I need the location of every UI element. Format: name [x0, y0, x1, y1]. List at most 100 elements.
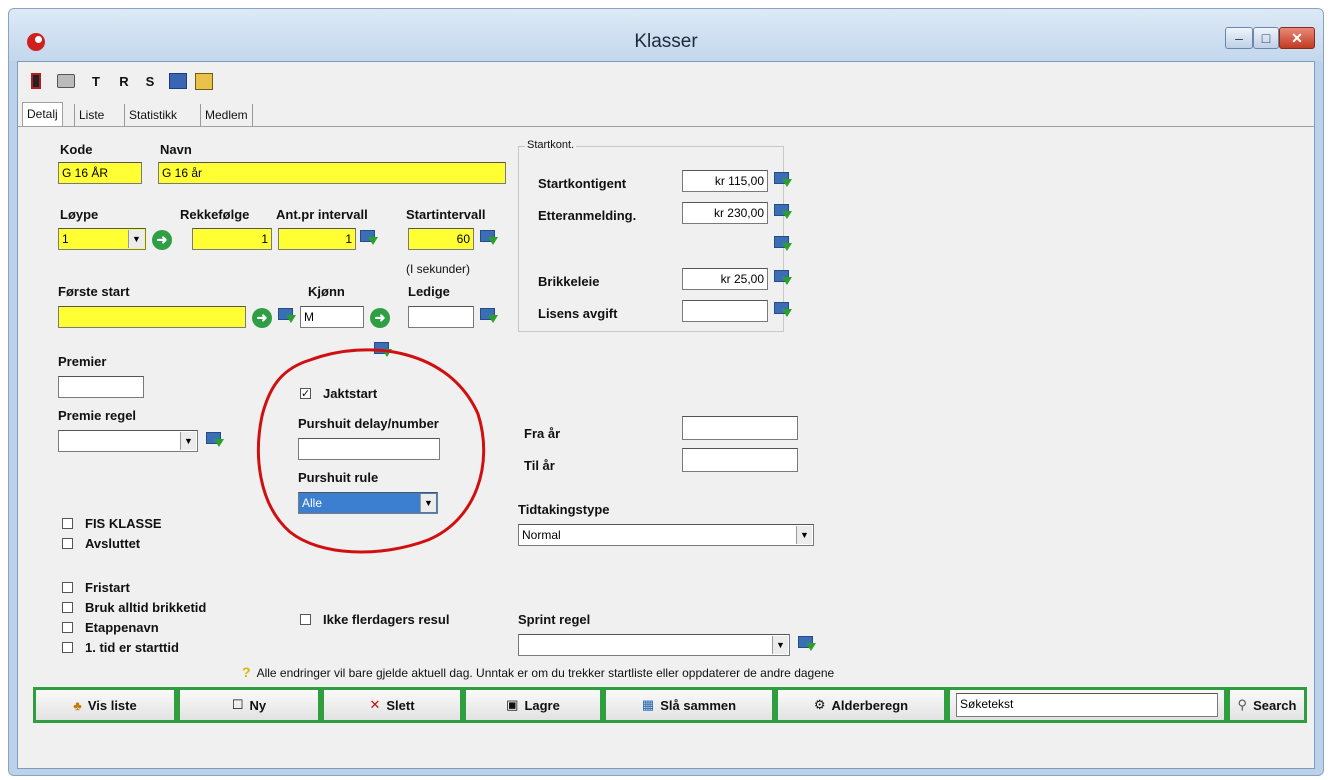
- brikketid-checkbox[interactable]: Bruk alltid brikketid: [62, 600, 206, 615]
- tab-medlem[interactable]: Medlem: [200, 104, 253, 126]
- flerdagers-checkbox[interactable]: Ikke flerdagers resul: [300, 612, 449, 627]
- people-icon[interactable]: [194, 70, 214, 92]
- pursuit-delay-input[interactable]: [298, 438, 440, 460]
- go-arrow-icon[interactable]: ➜: [152, 230, 172, 250]
- lookup-icon[interactable]: [480, 230, 498, 246]
- toolbar-s-button[interactable]: S: [142, 70, 158, 92]
- fra-ar-input[interactable]: [682, 416, 798, 440]
- til-ar-input[interactable]: [682, 448, 798, 472]
- alderberegn-button[interactable]: ⚙ Alderberegn: [775, 687, 947, 723]
- tidtaking-value: Normal: [522, 528, 561, 542]
- lisens-input[interactable]: [682, 300, 768, 322]
- avsluttet-checkbox[interactable]: Avsluttet: [62, 536, 140, 551]
- tab-detalj[interactable]: Detalj: [22, 102, 63, 127]
- printer-icon[interactable]: [56, 70, 76, 92]
- checkbox-unchecked[interactable]: [62, 518, 73, 529]
- close-button[interactable]: ✕: [1279, 27, 1315, 49]
- sla-sammen-label: Slå sammen: [660, 697, 737, 713]
- chevron-down-icon[interactable]: ▼: [420, 494, 436, 512]
- help-icon: ?: [242, 664, 251, 680]
- gear-icon: ⚙: [813, 697, 826, 712]
- toolbar-r-button[interactable]: R: [116, 70, 132, 92]
- loype-select[interactable]: 1 ▼: [58, 228, 146, 250]
- premie-regel-select[interactable]: ▼: [58, 430, 198, 452]
- forste-start-input[interactable]: [58, 306, 246, 328]
- jaktstart-label: Jaktstart: [323, 386, 378, 401]
- ledige-input[interactable]: [408, 306, 474, 328]
- ny-button[interactable]: ☐ Ny: [177, 687, 321, 723]
- lookup-icon[interactable]: [774, 236, 792, 252]
- startintervall-input[interactable]: 60: [408, 228, 474, 250]
- chevron-down-icon[interactable]: ▼: [180, 432, 196, 450]
- checkbox-unchecked[interactable]: [62, 622, 73, 633]
- checkbox-checked[interactable]: ✓: [300, 388, 311, 400]
- lookup-icon[interactable]: [206, 432, 224, 448]
- toolbar-t-button[interactable]: T: [88, 70, 104, 92]
- lagre-button[interactable]: ▣ Lagre: [463, 687, 603, 723]
- minimize-button[interactable]: –: [1225, 27, 1253, 49]
- checkbox-unchecked[interactable]: [62, 582, 73, 593]
- rekkefolge-input[interactable]: 1: [192, 228, 272, 250]
- starttid-label: 1. tid er starttid: [85, 640, 179, 655]
- grid-icon[interactable]: [168, 70, 188, 92]
- tab-liste[interactable]: Liste: [74, 104, 108, 126]
- vis-liste-label: Vis liste: [87, 697, 137, 713]
- chevron-down-icon[interactable]: ▼: [796, 526, 812, 544]
- chevron-down-icon[interactable]: ▼: [128, 230, 144, 248]
- lookup-icon[interactable]: [774, 302, 792, 318]
- premier-input[interactable]: [58, 376, 144, 398]
- checkbox-unchecked[interactable]: [62, 538, 73, 549]
- fis-klasse-checkbox[interactable]: FIS KLASSE: [62, 516, 162, 531]
- search-input[interactable]: Søketekst: [956, 693, 1218, 717]
- lookup-icon[interactable]: [798, 636, 816, 652]
- lookup-icon[interactable]: [360, 230, 378, 246]
- save-icon: ▣: [506, 697, 519, 712]
- checkbox-unchecked[interactable]: [300, 614, 311, 625]
- brikkeleie-input[interactable]: kr 25,00: [682, 268, 768, 290]
- navn-label: Navn: [160, 142, 192, 157]
- jaktstart-checkbox[interactable]: ✓ Jaktstart: [300, 386, 377, 401]
- fristart-checkbox[interactable]: Fristart: [62, 580, 130, 595]
- lookup-icon[interactable]: [774, 172, 792, 188]
- startkontigent-input[interactable]: kr 115,00: [682, 170, 768, 192]
- loype-label: Løype: [60, 207, 99, 222]
- etappenavn-checkbox[interactable]: Etappenavn: [62, 620, 159, 635]
- sla-sammen-button[interactable]: ▦ Slå sammen: [603, 687, 775, 723]
- merge-icon: ▦: [641, 697, 655, 712]
- premier-label: Premier: [58, 354, 107, 369]
- kode-input[interactable]: G 16 ÅR: [58, 162, 142, 184]
- alderberegn-label: Alderberegn: [831, 697, 909, 713]
- window-title: Klasser: [634, 31, 698, 52]
- kjonn-input[interactable]: M: [300, 306, 364, 328]
- lookup-icon[interactable]: [774, 270, 792, 286]
- tab-statistikk[interactable]: Statistikk: [124, 104, 181, 126]
- etteranmelding-input[interactable]: kr 230,00: [682, 202, 768, 224]
- chevron-down-icon[interactable]: ▼: [772, 636, 788, 654]
- pursuit-rule-select[interactable]: Alle ▼: [298, 492, 438, 514]
- vis-liste-button[interactable]: ♣ Vis liste: [33, 687, 177, 723]
- forste-start-label: Første start: [58, 284, 130, 299]
- maximize-button[interactable]: □: [1253, 27, 1279, 49]
- antpr-input[interactable]: 1: [278, 228, 356, 250]
- brikketid-label: Bruk alltid brikketid: [85, 600, 207, 615]
- lookup-icon[interactable]: [278, 308, 296, 324]
- new-document-icon: ☐: [231, 697, 244, 712]
- go-arrow-icon[interactable]: ➜: [370, 308, 390, 328]
- checkbox-unchecked[interactable]: [62, 602, 73, 613]
- sprint-regel-select[interactable]: ▼: [518, 634, 790, 656]
- search-field-frame: Søketekst: [947, 687, 1227, 723]
- exit-icon[interactable]: [28, 70, 44, 92]
- lookup-icon[interactable]: [480, 308, 498, 324]
- tidtaking-select[interactable]: Normal ▼: [518, 524, 814, 546]
- premie-regel-label: Premie regel: [58, 408, 137, 423]
- lookup-icon[interactable]: [774, 204, 792, 220]
- search-button[interactable]: ⚲ Search: [1227, 687, 1307, 723]
- slett-label: Slett: [386, 697, 415, 713]
- go-arrow-icon[interactable]: ➜: [252, 308, 272, 328]
- delete-icon: ✕: [369, 697, 381, 712]
- starttid-checkbox[interactable]: 1. tid er starttid: [62, 640, 179, 655]
- checkbox-unchecked[interactable]: [62, 642, 73, 653]
- slett-button[interactable]: ✕ Slett: [321, 687, 463, 723]
- navn-input[interactable]: G 16 år: [158, 162, 506, 184]
- startkontigent-label: Startkontigent: [538, 176, 627, 191]
